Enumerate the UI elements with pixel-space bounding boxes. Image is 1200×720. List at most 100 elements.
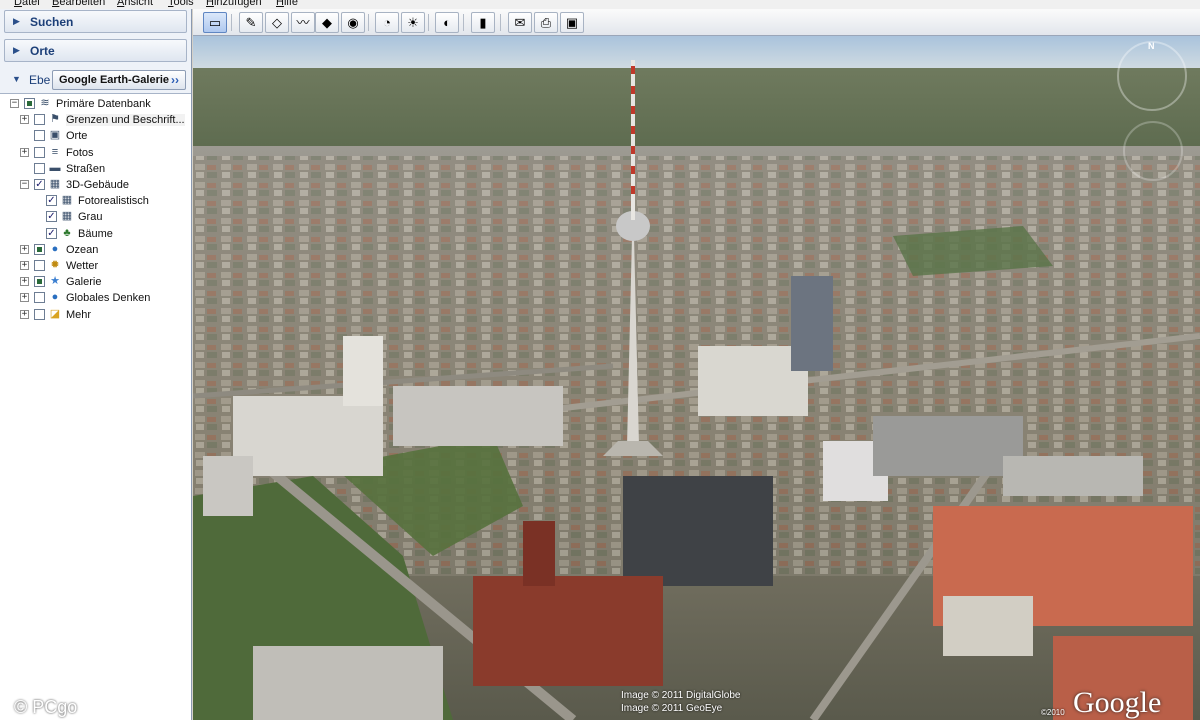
layer-label: Mehr bbox=[66, 308, 92, 321]
layer-label: Ozean bbox=[66, 243, 99, 256]
sidebar-toggle-button[interactable]: ▭ bbox=[203, 12, 227, 33]
add-image-overlay-button[interactable]: ◆ bbox=[315, 12, 339, 33]
layer-checkbox[interactable] bbox=[34, 276, 45, 288]
layer-checkbox[interactable]: ✓ bbox=[46, 227, 57, 239]
expand-icon[interactable]: + bbox=[20, 277, 29, 287]
more-folder-icon: ◪ bbox=[49, 307, 61, 320]
grey-buildings-icon: ▦ bbox=[61, 210, 73, 223]
menu-edit[interactable]: Bearbeiten bbox=[52, 0, 105, 8]
navigation-compass[interactable] bbox=[1117, 41, 1187, 111]
map-viewport[interactable]: N Image © 2011 DigitalGlobe Image © 2011… bbox=[193, 36, 1200, 720]
toolbar-separator bbox=[463, 14, 464, 31]
menu-bar: Datei Bearbeiten Ansicht Tools Hinzufüge… bbox=[0, 0, 1200, 9]
menu-tools[interactable]: Tools bbox=[168, 0, 194, 8]
layer-row[interactable]: − ✓ ▦ 3D-Gebäude bbox=[0, 177, 191, 193]
layer-label: Primäre Datenbank bbox=[56, 98, 151, 110]
weather-sun-icon: ✹ bbox=[50, 259, 60, 271]
expand-icon[interactable]: + bbox=[20, 115, 29, 125]
north-indicator: N bbox=[1148, 41, 1155, 51]
layer-checkbox[interactable] bbox=[34, 146, 45, 158]
layer-label: Bäume bbox=[78, 227, 113, 240]
print-button[interactable]: ⎙ bbox=[534, 12, 558, 33]
database-icon: ≋ bbox=[40, 97, 50, 109]
places-panel-header[interactable]: ▶ Orte bbox=[4, 39, 187, 62]
gallery-star-icon: ★ bbox=[50, 275, 60, 288]
expand-icon[interactable]: + bbox=[20, 244, 29, 254]
ruler-button[interactable]: ▮ bbox=[471, 12, 495, 33]
layer-checkbox[interactable] bbox=[34, 260, 45, 271]
add-placemark-button[interactable]: ✎ bbox=[239, 12, 263, 33]
toolbar-separator bbox=[500, 14, 501, 31]
layer-checkbox[interactable] bbox=[34, 308, 45, 320]
add-path-button[interactable]: 〰 bbox=[291, 12, 315, 33]
layer-row[interactable]: ✓ ▦ Fotorealistisch bbox=[0, 193, 191, 209]
layer-label: Grau bbox=[78, 211, 103, 224]
layer-label: Orte bbox=[66, 130, 88, 143]
print-icon: ⎙ bbox=[540, 15, 552, 30]
expand-arrow-icon: ▶ bbox=[13, 45, 20, 55]
save-image-icon: ▣ bbox=[565, 15, 579, 30]
layer-row[interactable]: ✓ ♣ Bäume bbox=[0, 226, 191, 242]
add-polygon-button[interactable]: ◇ bbox=[265, 12, 289, 33]
record-tour-button[interactable]: ◉ bbox=[341, 12, 365, 33]
expand-icon[interactable]: + bbox=[20, 293, 29, 303]
email-icon: ✉ bbox=[514, 15, 526, 30]
collapse-icon[interactable]: − bbox=[10, 99, 19, 108]
layer-row[interactable]: + ● Ozean bbox=[0, 242, 191, 258]
layer-row[interactable]: + ✹ Wetter bbox=[0, 258, 191, 274]
imagery-credit-1: Image © 2011 DigitalGlobe bbox=[621, 690, 741, 701]
layer-checkbox[interactable] bbox=[34, 114, 45, 126]
collapse-arrow-icon: ▼ bbox=[12, 74, 21, 84]
earth-gallery-button[interactable]: Google Earth-Galerie ›› bbox=[52, 70, 186, 90]
imagery-credit-2: Image © 2011 GeoEye bbox=[621, 703, 723, 714]
layer-checkbox[interactable]: ✓ bbox=[34, 179, 45, 190]
photos-icon: ≡ bbox=[51, 145, 59, 158]
planets-button[interactable]: ◐ bbox=[435, 12, 459, 33]
main-toolbar: ▭ ✎ ◇ 〰 ◆ ◉ ◔ ☀ ◐ ▮ ✉ ⎙ ▣ bbox=[193, 9, 1200, 36]
layer-checkbox[interactable] bbox=[24, 98, 35, 109]
planets-icon: ◐ bbox=[443, 15, 451, 30]
layer-checkbox[interactable] bbox=[34, 292, 45, 304]
roads-icon: ▬ bbox=[49, 161, 61, 174]
email-button[interactable]: ✉ bbox=[508, 12, 532, 33]
google-logo: Google bbox=[1073, 686, 1162, 719]
menu-help[interactable]: Hilfe bbox=[276, 0, 298, 8]
expand-icon[interactable]: + bbox=[20, 147, 29, 157]
layer-label: Galerie bbox=[66, 276, 102, 289]
search-panel-header[interactable]: ▶ Suchen bbox=[4, 10, 187, 33]
layers-tree: − ≋ Primäre Datenbank + ⚑ Grenzen und Beschri… bbox=[0, 93, 191, 720]
collapse-icon[interactable]: − bbox=[20, 180, 29, 189]
menu-add[interactable]: Hinzufügen bbox=[206, 0, 262, 8]
add-path-icon: 〰 bbox=[296, 15, 310, 30]
layer-row[interactable]: ▬ Straßen bbox=[0, 161, 191, 177]
sunlight-button[interactable]: ☀ bbox=[401, 12, 425, 33]
copyright-year: ©2010 bbox=[1041, 708, 1065, 717]
layer-row[interactable]: + ◪ Mehr bbox=[0, 307, 191, 323]
historical-imagery-button[interactable]: ◔ bbox=[375, 12, 399, 33]
layer-row[interactable]: + ⚑ Grenzen und Beschrift... bbox=[0, 112, 191, 128]
layer-checkbox[interactable] bbox=[34, 162, 45, 174]
ruler-icon: ▮ bbox=[479, 15, 487, 30]
add-polygon-icon: ◇ bbox=[272, 15, 282, 30]
look-control[interactable] bbox=[1123, 121, 1183, 181]
places-panel-title: Orte bbox=[30, 44, 55, 58]
expand-icon[interactable]: + bbox=[20, 261, 29, 270]
layer-checkbox[interactable] bbox=[34, 243, 45, 255]
tree-icon: ♣ bbox=[63, 226, 71, 239]
layer-row[interactable]: − ≋ Primäre Datenbank bbox=[0, 96, 191, 112]
save-image-button[interactable]: ▣ bbox=[560, 12, 584, 33]
layer-checkbox[interactable]: ✓ bbox=[46, 195, 57, 207]
layer-row[interactable]: ✓ ▦ Grau bbox=[0, 209, 191, 225]
layer-row[interactable]: + ● Globales Denken bbox=[0, 290, 191, 306]
menu-view[interactable]: Ansicht bbox=[117, 0, 153, 8]
buildings-3d-icon: ▦ bbox=[49, 178, 61, 190]
toolbar-separator bbox=[428, 14, 429, 31]
layer-row[interactable]: ▣ Orte bbox=[0, 128, 191, 144]
expand-icon[interactable]: + bbox=[20, 309, 29, 319]
layer-checkbox[interactable]: ✓ bbox=[46, 211, 57, 223]
layer-label: Fotos bbox=[66, 146, 94, 159]
layer-row[interactable]: + ★ Galerie bbox=[0, 274, 191, 290]
layer-checkbox[interactable] bbox=[34, 130, 45, 142]
layer-row[interactable]: + ≡ Fotos bbox=[0, 145, 191, 161]
menu-file[interactable]: Datei bbox=[14, 0, 40, 8]
